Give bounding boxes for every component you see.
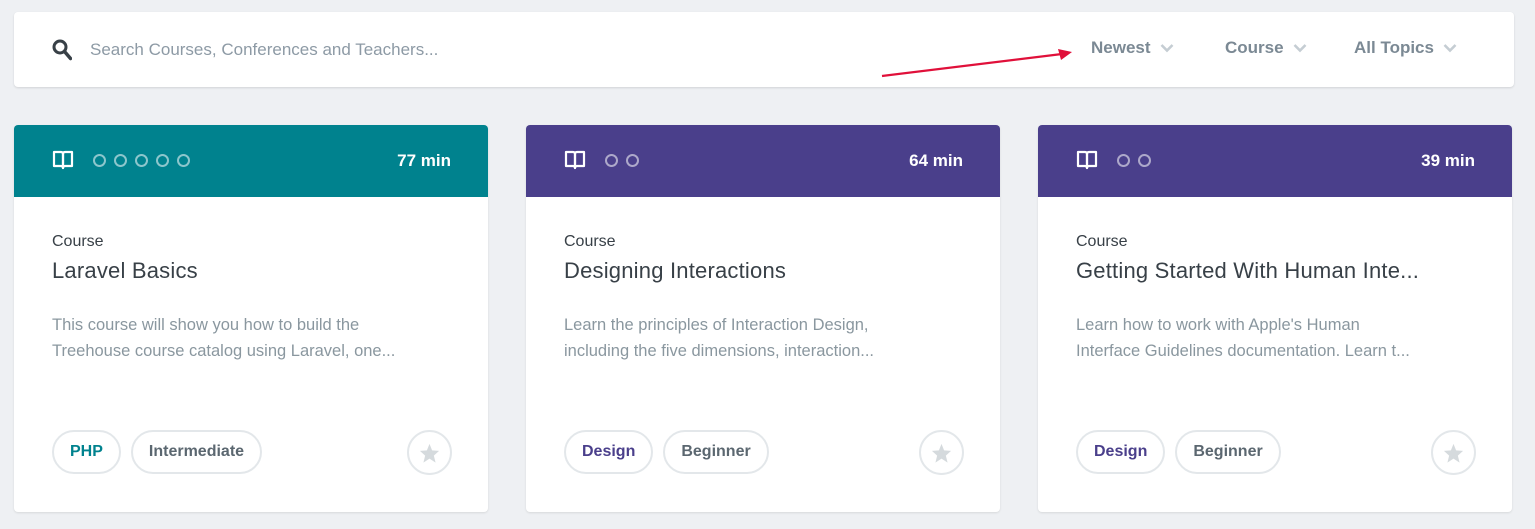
star-icon	[931, 443, 952, 463]
duration-label: 64 min	[909, 151, 963, 170]
card-description: Learn how to work with Apple's Human Int…	[1076, 312, 1476, 364]
chevron-down-icon	[1160, 44, 1173, 53]
card-description: Learn the principles of Interaction Desi…	[564, 312, 964, 364]
favorite-button[interactable]	[407, 430, 452, 475]
filter-sort-label: Newest	[1091, 38, 1151, 57]
difficulty-dot	[1138, 154, 1151, 167]
course-card[interactable]: 39 min Course Getting Started With Human…	[1038, 125, 1512, 512]
level-tag[interactable]: Beginner	[1175, 430, 1281, 474]
description-line: This course will show you how to build t…	[52, 316, 360, 334]
annotation-arrow	[881, 49, 1072, 78]
card-title[interactable]: Laravel Basics	[52, 258, 452, 284]
card-header: 77 min	[14, 125, 488, 197]
difficulty-dot	[135, 154, 148, 167]
book-icon	[564, 150, 586, 170]
card-title[interactable]: Getting Started With Human Inte...	[1076, 258, 1476, 284]
book-icon	[52, 150, 74, 170]
level-tag[interactable]: Intermediate	[130, 430, 263, 474]
difficulty-dots	[1117, 154, 1151, 167]
difficulty-dots	[93, 154, 190, 167]
search-input[interactable]	[90, 34, 790, 66]
chevron-down-icon	[1293, 44, 1306, 53]
difficulty-dot	[1117, 154, 1130, 167]
topic-tag[interactable]: PHP	[52, 430, 121, 474]
search-icon[interactable]	[52, 39, 72, 61]
description-line: Treehouse course catalog using Laravel, …	[52, 342, 396, 360]
star-icon	[1443, 443, 1464, 463]
card-header: 39 min	[1038, 125, 1512, 197]
duration-label: 77 min	[397, 151, 451, 170]
difficulty-dot	[156, 154, 169, 167]
description-line: including the five dimensions, interacti…	[564, 342, 875, 360]
filter-type-dropdown[interactable]: Course	[1225, 38, 1307, 58]
difficulty-dots	[605, 154, 639, 167]
chevron-down-icon	[1443, 44, 1457, 53]
favorite-button[interactable]	[919, 430, 964, 475]
filter-sort-dropdown[interactable]: Newest	[1091, 38, 1174, 58]
level-tag[interactable]: Beginner	[663, 430, 769, 474]
description-line: Learn how to work with Apple's Human	[1076, 316, 1360, 334]
favorite-button[interactable]	[1431, 430, 1476, 475]
duration-label: 39 min	[1421, 151, 1475, 170]
book-icon	[1076, 150, 1098, 170]
description-line: Interface Guidelines documentation. Lear…	[1076, 342, 1410, 360]
content-type: Course	[1076, 233, 1128, 250]
difficulty-dot	[177, 154, 190, 167]
course-card[interactable]: 77 min Course Laravel Basics This course…	[14, 125, 488, 512]
topic-tag[interactable]: Design	[564, 430, 654, 474]
filter-topic-label: All Topics	[1354, 38, 1434, 57]
search-bar: Newest Course All Topics	[14, 12, 1514, 87]
difficulty-dot	[93, 154, 106, 167]
content-type: Course	[564, 233, 616, 250]
filter-topic-dropdown[interactable]: All Topics	[1354, 38, 1457, 58]
filter-type-label: Course	[1225, 38, 1284, 57]
difficulty-dot	[626, 154, 639, 167]
topic-tag[interactable]: Design	[1076, 430, 1166, 474]
description-line: Learn the principles of Interaction Desi…	[564, 316, 869, 334]
content-type: Course	[52, 233, 104, 250]
card-title[interactable]: Designing Interactions	[564, 258, 964, 284]
difficulty-dot	[114, 154, 127, 167]
difficulty-dot	[605, 154, 618, 167]
star-icon	[419, 443, 440, 463]
course-card[interactable]: 64 min Course Designing Interactions Lea…	[526, 125, 1000, 512]
card-header: 64 min	[526, 125, 1000, 197]
card-description: This course will show you how to build t…	[52, 312, 452, 364]
